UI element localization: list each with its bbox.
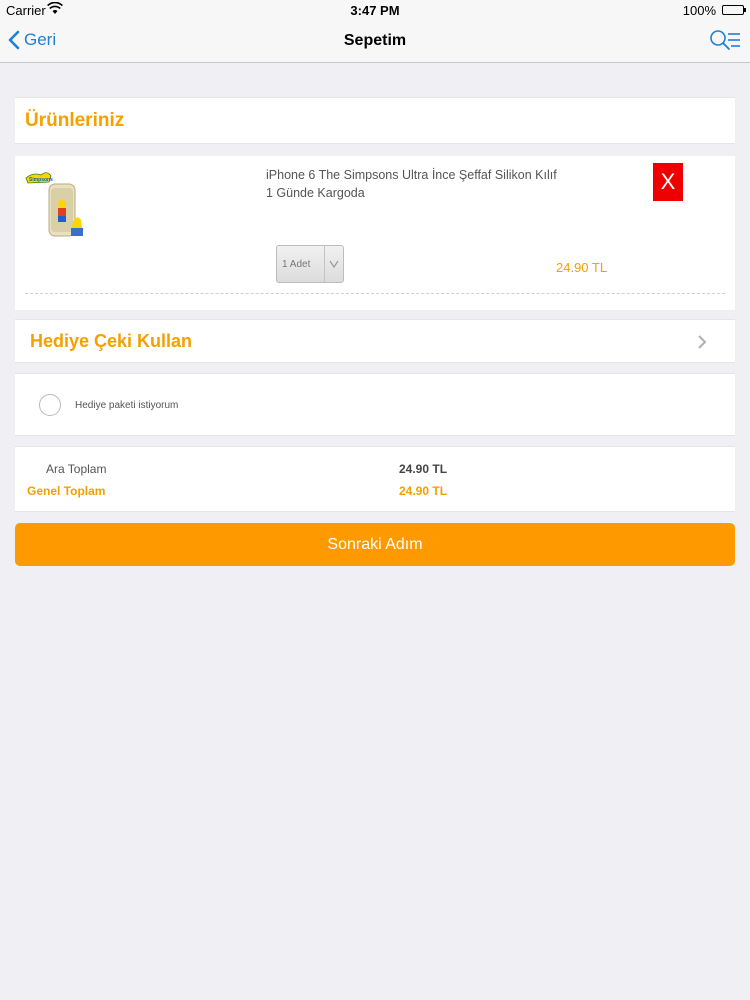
quantity-select[interactable]: 1 Adet — [276, 245, 344, 283]
products-section-header: Ürünleriniz — [15, 97, 735, 144]
battery-icon — [722, 5, 746, 15]
subtotal-value: 24.90 TL — [399, 462, 448, 476]
product-name[interactable]: iPhone 6 The Simpsons Ultra İnce Şeffaf … — [266, 168, 557, 182]
search-list-icon[interactable] — [708, 28, 742, 59]
subtotal-label: Ara Toplam — [46, 462, 107, 476]
chevron-right-icon — [697, 334, 707, 355]
divider — [25, 293, 725, 294]
gift-pack-radio[interactable] — [39, 394, 61, 416]
gift-pack-row: Hediye paketi istiyorum — [15, 373, 735, 436]
section-title: Ürünleriniz — [25, 110, 125, 131]
grand-total-value: 24.90 TL — [399, 484, 448, 498]
totals-section: Ara Toplam 24.90 TL Genel Toplam 24.90 T… — [15, 446, 735, 512]
shipping-info: 1 Günde Kargoda — [266, 186, 365, 200]
grand-total-label: Genel Toplam — [27, 484, 106, 498]
remove-item-button[interactable]: X — [653, 163, 683, 201]
clock: 3:47 PM — [350, 3, 400, 18]
svg-text:Simpsons: Simpsons — [29, 177, 53, 183]
next-step-button[interactable]: Sonraki Adım — [15, 523, 735, 566]
cart-item: Simpsons iPhone 6 The Simpsons Ultra İnc… — [15, 156, 735, 310]
product-thumbnail[interactable]: Simpsons — [25, 164, 103, 244]
status-bar: Carrier 3:47 PM 100% — [0, 0, 750, 20]
battery-percent: 100% — [682, 3, 716, 18]
navigation-bar: Geri Sepetim — [0, 20, 750, 63]
gift-card-label: Hediye Çeki Kullan — [30, 331, 193, 351]
chevron-down-icon — [328, 256, 340, 274]
page-title: Sepetim — [343, 32, 407, 49]
item-price: 24.90 TL — [556, 260, 608, 275]
quantity-value: 1 Adet — [282, 259, 311, 270]
gift-card-row[interactable]: Hediye Çeki Kullan — [15, 319, 735, 363]
gift-pack-label: Hediye paketi istiyorum — [75, 400, 179, 411]
